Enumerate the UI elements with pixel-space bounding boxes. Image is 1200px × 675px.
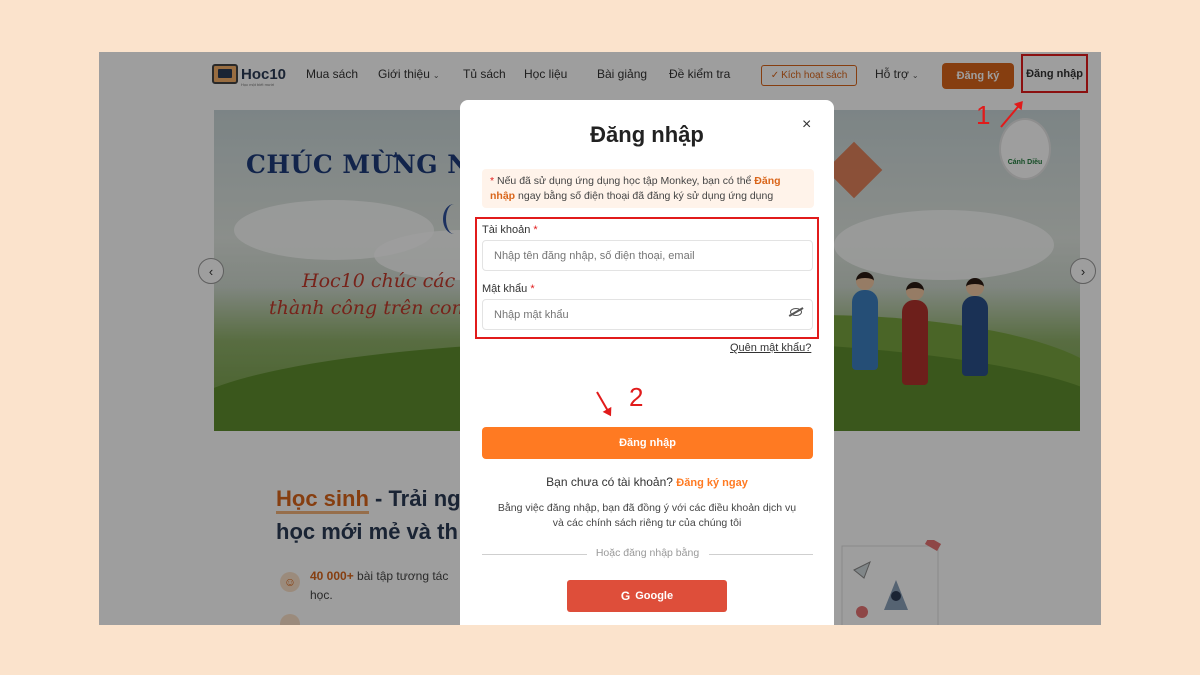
account-label: Tài khoản * xyxy=(482,224,538,236)
close-icon[interactable]: × xyxy=(802,116,811,134)
google-label: Google xyxy=(635,590,674,602)
modal-title: Đăng nhập xyxy=(590,122,704,147)
notice-text: Nếu đã sử dụng ứng dụng học tập Monkey, … xyxy=(494,175,755,187)
terms-text: Bằng việc đăng nhập, bạn đã đồng ý với c… xyxy=(480,501,814,531)
no-account-text: Bạn chưa có tài khoản? xyxy=(546,475,677,489)
password-label: Mật khẩu * xyxy=(482,283,535,295)
monkey-notice: * Nếu đã sử dụng ứng dụng học tập Monkey… xyxy=(482,169,814,208)
google-icon: G xyxy=(620,589,631,603)
password-input[interactable] xyxy=(482,299,813,330)
annotation-step-1: 1 xyxy=(976,100,991,130)
notice-text-end: ngay bằng số điện thoại đã đăng ký sử dụ… xyxy=(515,190,774,202)
google-login-button[interactable]: G Google xyxy=(567,580,727,612)
account-label-text: Tài khoản xyxy=(482,224,531,236)
login-submit-button[interactable]: Đăng nhập xyxy=(482,427,813,459)
forgot-password-link[interactable]: Quên mật khẩu? xyxy=(730,342,811,354)
alt-login-label: Hoặc đăng nhập bằng xyxy=(586,547,709,559)
account-input[interactable] xyxy=(482,240,813,271)
required-mark: * xyxy=(530,283,535,295)
required-mark: * xyxy=(533,224,538,236)
terms-line2: và các chính sách riêng tư của chúng tôi xyxy=(552,517,742,529)
terms-line1: Bằng việc đăng nhập, bạn đã đồng ý với c… xyxy=(497,502,797,514)
alt-login-divider: Hoặc đăng nhập bằng xyxy=(482,547,813,561)
eye-off-icon[interactable] xyxy=(790,308,802,316)
register-now-link[interactable]: Đăng ký ngay xyxy=(676,477,748,489)
password-label-text: Mật khẩu xyxy=(482,283,528,295)
annotation-step-2: 2 xyxy=(629,382,644,412)
no-account-row: Bạn chưa có tài khoản? Đăng ký ngay xyxy=(460,475,834,489)
login-modal: Đăng nhập × * Nếu đã sử dụng ứng dụng họ… xyxy=(460,100,834,625)
browser-screen: Hoc10 Học một biết mười Mua sách Giới th… xyxy=(99,52,1101,625)
